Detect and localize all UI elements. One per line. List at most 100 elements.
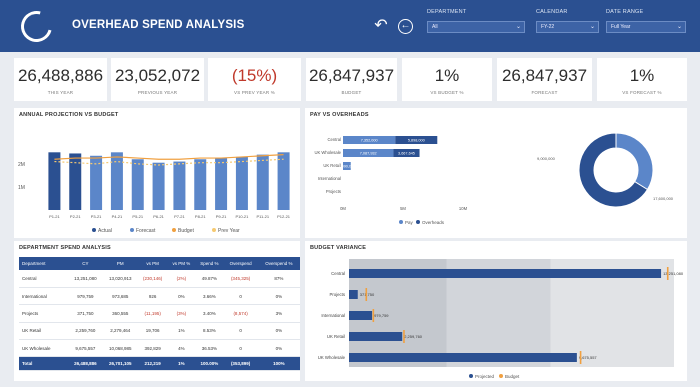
pay-vs-overheads-title: PAY VS OVERHEADS [310,112,369,118]
table-cell: 392,829 [137,339,168,358]
category-label: Central [331,271,345,276]
table-cell: UK Retail [19,322,68,341]
x-tick-label: P3-21 [91,214,102,219]
forecast-bar [152,162,165,210]
table-row[interactable]: Projects 371,750 360,555 (11,195) (3%) 3.40%(… [19,304,300,323]
table-total-row[interactable]: Total 26,488,886 26,701,105 212,219 1% 100.00… [19,356,300,372]
overheads-value-label: 3,667,645 [398,152,415,156]
legend-marker [130,228,134,232]
prev-year-line [54,158,284,166]
table-cell: 0 [223,339,258,358]
donut-value-label: 17,600,000 [653,196,674,201]
table-header-cell[interactable]: vs PM % [167,257,196,270]
table-cell: (353,899) [223,356,258,372]
forecast-bar [215,158,228,210]
chevron-down-icon: ⌄ [515,24,521,30]
forecast-bar [173,161,186,210]
annual-projection-panel: ANNUAL PROJECTION VS BUDGET 2M 1M P1-21 P2-… [14,108,300,238]
table-cell: (11,195) [137,304,168,323]
table-cell: 13,251,080 [67,270,103,288]
table-row[interactable]: International 979,759 973,685 926 0% 3.66% 0 0% [19,287,300,306]
projected-value-label: 979,759 [374,313,389,318]
date-range-filter[interactable]: DATE RANGE Full Year ⌄ [606,9,686,33]
table-cell: 10,068,985 [102,339,138,358]
y-tick-label: 1M [18,185,25,191]
x-tick-label: P11-21 [256,214,269,219]
undo-icon[interactable]: ↶ [372,18,390,34]
budget-marker [372,309,375,322]
table-cell: 3% [257,304,300,323]
date-range-select[interactable]: Full Year ⌄ [606,21,686,33]
category-label: UK Retail [327,334,345,339]
department-spend-title: DEPARTMENT SPEND ANALYSIS [19,245,111,251]
table-cell: (230,146) [137,270,168,288]
category-label: UK Wholesale [318,355,346,360]
annual-projection-chart: 2M 1M P1-21 P2-21 P3-21 P4-21 P5-21 P6-21 P7-21 P… [18,152,291,234]
projected-bar [349,290,358,299]
projected-value-label: 13,251,080 [663,271,684,276]
table-cell: 0% [257,322,300,341]
pay-value-label: 7,087,932 [360,152,377,156]
calendar-filter[interactable]: CALENDAR FY-22 ⌄ [536,9,599,33]
budget-marker [365,288,368,301]
budget-variance-title: BUDGET VARIANCE [310,245,367,251]
table-header-cell[interactable]: CY [67,257,103,270]
x-tick-label: 5M [400,206,406,211]
annual-projection-title: ANNUAL PROJECTION VS BUDGET [19,112,119,118]
kpi-vs-forecast: 1% VS FORECAST % [597,58,687,101]
chevron-down-icon: ⌄ [589,24,595,30]
projected-bar [349,311,373,320]
table-cell: (345,325) [223,270,258,288]
legend-marker [499,374,503,378]
table-cell: 0% [257,287,300,306]
budget-variance-panel: BUDGET VARIANCE Central 13,251,080 Project… [305,241,687,381]
back-icon[interactable]: ← [398,19,413,34]
budget-marker [666,267,669,280]
calendar-select[interactable]: FY-22 ⌄ [536,21,599,33]
table-header-cell[interactable]: vs PM [137,257,168,270]
table-cell: 49.87% [195,270,224,288]
department-select[interactable]: All ⌄ [427,21,525,33]
table-header-cell[interactable]: Department [19,257,68,270]
y-tick-label: 2M [18,162,25,168]
donut-value-label: 9,000,000 [537,156,556,161]
table-header-cell[interactable]: Overspend [223,257,258,270]
table-row[interactable]: UK Wholesale 9,675,557 10,068,985 392,829 4%… [19,339,300,358]
table-cell: (8,574) [223,304,258,323]
table-cell: 2,279,464 [102,322,138,341]
table-cell: International [19,287,68,306]
x-tick-label: 10M [459,206,468,211]
table-cell: 371,750 [67,304,103,323]
table-cell: 87% [257,270,300,288]
department-filter-label: DEPARTMENT [427,9,467,15]
x-tick-label: P7-21 [174,214,185,219]
forecast-bar [110,152,123,210]
table-header-cell[interactable]: PM [102,257,138,270]
legend-label: Overheads [422,220,445,225]
forecast-bar [131,159,144,210]
department-filter[interactable]: DEPARTMENT All ⌄ [427,9,525,33]
x-tick-label: P12-21 [277,214,291,219]
table-cell: 360,555 [102,304,138,323]
pay-vs-overheads-panel: PAY VS OVERHEADS Central 7,352,000 5,898,0… [305,108,687,238]
table-row[interactable]: Central 13,251,080 13,020,913 (230,146) (2%)… [19,270,300,288]
table-header-cell[interactable]: Spend % [195,257,224,270]
legend-label: Prev Year [218,228,240,234]
table-cell: 979,759 [67,287,103,306]
category-label: International [318,176,341,181]
table-cell: 926 [137,287,168,306]
legend-label: Forecast [136,228,156,234]
table-cell: 973,685 [102,287,138,306]
forecast-bar [235,156,248,210]
table-cell: Central [19,270,68,288]
table-row[interactable]: UK Retail 2,259,760 2,279,464 19,706 1% 8.53%… [19,322,300,341]
table-cell: 2,259,760 [67,322,103,341]
logo-icon [15,5,58,48]
table-cell: 3.40% [195,304,224,323]
forecast-bar [256,154,269,210]
x-tick-label: P4-21 [112,214,123,219]
x-tick-label: P5-21 [132,214,143,219]
kpi-vs-prev-year: (15%) VS PREV YEAR % [208,58,301,101]
app-header: OVERHEAD SPEND ANALYSIS ↶ ← DEPARTMENT A… [0,0,700,52]
table-header-cell[interactable]: Overspend % [257,257,300,270]
